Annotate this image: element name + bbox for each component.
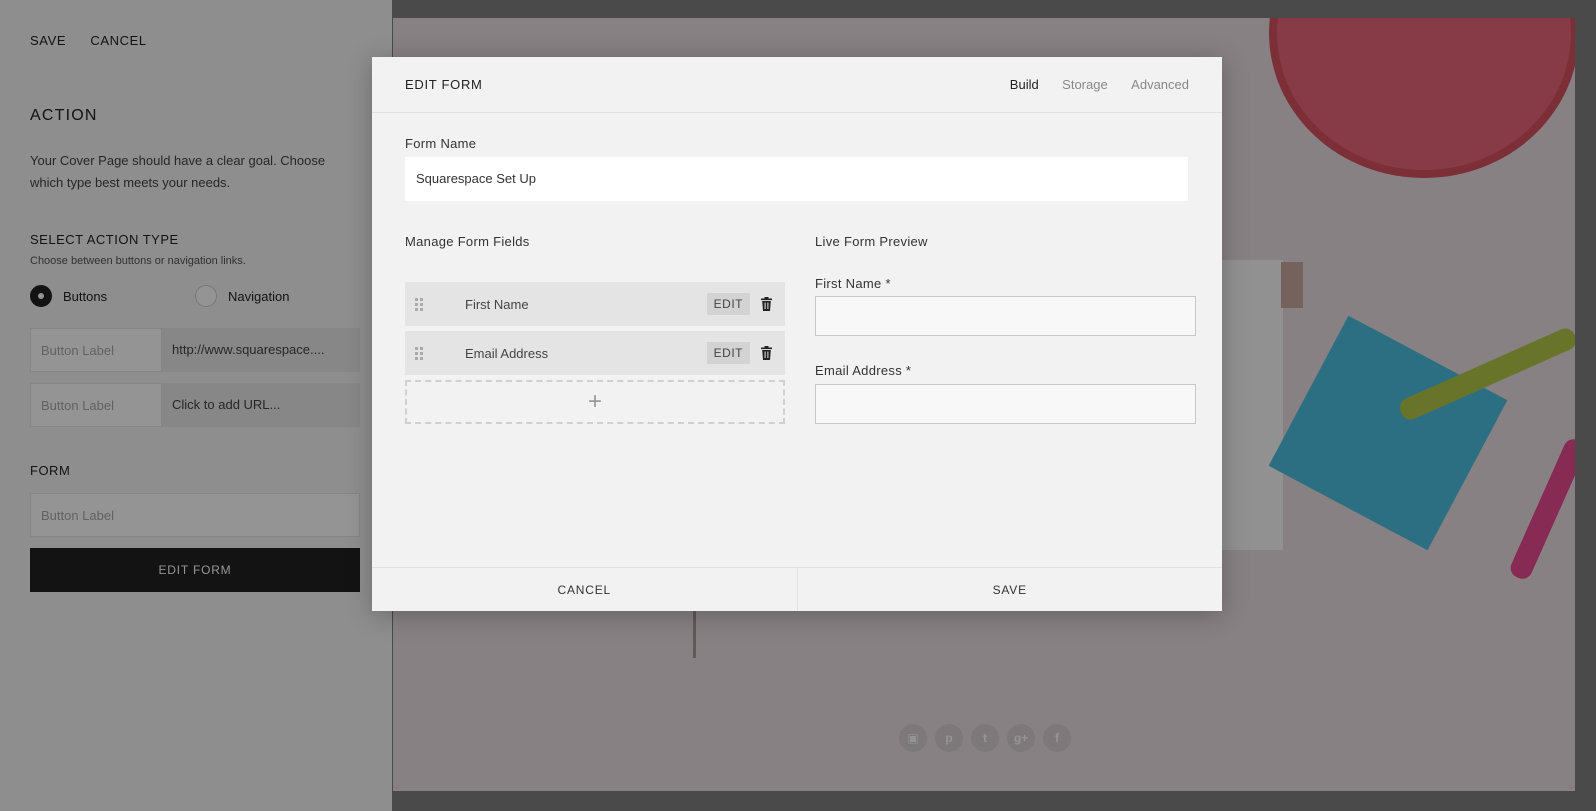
- form-field-name: Email Address: [465, 345, 549, 361]
- edit-form-modal: EDIT FORM Build Storage Advanced Form Na…: [372, 57, 1222, 611]
- preview-email-input[interactable]: [815, 384, 1196, 424]
- modal-footer: CANCEL SAVE: [372, 567, 1222, 611]
- manage-fields-label: Manage Form Fields: [405, 234, 530, 249]
- preview-field-label: First Name *: [815, 276, 891, 291]
- modal-tabs: Build Storage Advanced: [991, 76, 1189, 94]
- form-name-input[interactable]: Squarespace Set Up: [405, 157, 1188, 201]
- trash-icon[interactable]: [760, 297, 773, 311]
- tab-storage[interactable]: Storage: [1062, 77, 1108, 92]
- edit-field-button[interactable]: EDIT: [706, 342, 750, 364]
- form-field-row[interactable]: First Name EDIT: [405, 282, 785, 326]
- modal-cancel-button[interactable]: CANCEL: [372, 568, 798, 611]
- preview-first-name-input[interactable]: [815, 296, 1196, 336]
- modal-header: EDIT FORM Build Storage Advanced: [372, 57, 1222, 113]
- modal-save-button[interactable]: SAVE: [798, 568, 1223, 611]
- drag-handle-icon[interactable]: [415, 346, 425, 360]
- add-field-button[interactable]: +: [405, 380, 785, 424]
- tab-build[interactable]: Build: [1010, 77, 1039, 92]
- form-field-row[interactable]: Email Address EDIT: [405, 331, 785, 375]
- edit-field-button[interactable]: EDIT: [706, 293, 750, 315]
- modal-title: EDIT FORM: [405, 77, 483, 92]
- tab-advanced[interactable]: Advanced: [1131, 77, 1189, 92]
- live-preview-label: Live Form Preview: [815, 234, 928, 249]
- preview-field-label: Email Address *: [815, 363, 912, 378]
- drag-handle-icon[interactable]: [415, 297, 425, 311]
- form-field-name: First Name: [465, 296, 529, 312]
- form-name-label: Form Name: [405, 136, 477, 151]
- trash-icon[interactable]: [760, 346, 773, 360]
